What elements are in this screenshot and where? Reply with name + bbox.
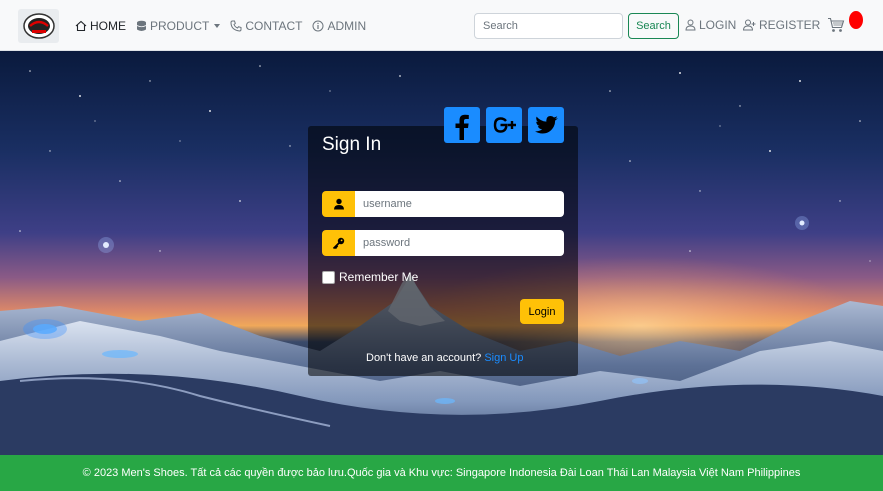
chevron-down-icon bbox=[214, 23, 221, 28]
person-plus-icon bbox=[743, 19, 756, 31]
brand-logo[interactable] bbox=[18, 9, 59, 43]
cart-button[interactable] bbox=[827, 17, 845, 38]
nav-product-label: PRODUCT bbox=[150, 18, 210, 33]
signup-prompt: Don't have an account? Sign Up bbox=[366, 352, 523, 364]
twitter-icon bbox=[535, 116, 558, 134]
nav-product-dropdown[interactable]: PRODUCT bbox=[136, 18, 221, 33]
login-link[interactable]: LOGIN bbox=[685, 18, 736, 32]
register-link[interactable]: REGISTER bbox=[743, 18, 820, 32]
login-title: Sign In bbox=[322, 134, 382, 155]
facebook-icon bbox=[455, 114, 469, 140]
nav-contact[interactable]: CONTACT bbox=[230, 19, 302, 33]
user-icon bbox=[333, 198, 344, 210]
telephone-icon bbox=[230, 20, 242, 32]
remember-me: Remember Me bbox=[322, 270, 418, 284]
username-group bbox=[322, 191, 564, 217]
password-group bbox=[322, 230, 564, 256]
search-button[interactable]: Search bbox=[628, 13, 679, 39]
remember-me-checkbox[interactable] bbox=[322, 270, 335, 284]
username-addon bbox=[322, 191, 355, 217]
navbar: HOME PRODUCT CONTACT ADMIN Search Search… bbox=[0, 0, 883, 51]
key-icon bbox=[332, 237, 345, 249]
username-input[interactable] bbox=[355, 191, 564, 217]
twitter-button[interactable] bbox=[528, 107, 564, 143]
footer: © 2023 Men's Shoes. Tất cả các quyền đượ… bbox=[0, 455, 883, 491]
remember-me-label: Remember Me bbox=[339, 270, 419, 284]
nav-admin-label: ADMIN bbox=[327, 18, 367, 33]
database-icon bbox=[136, 20, 147, 31]
home-icon bbox=[75, 20, 87, 31]
nav-admin[interactable]: ADMIN bbox=[312, 19, 366, 33]
signup-prompt-text: Don't have an account? bbox=[366, 352, 482, 364]
search-input[interactable] bbox=[474, 13, 623, 39]
password-addon bbox=[322, 230, 355, 256]
person-icon bbox=[685, 19, 696, 31]
info-icon bbox=[312, 20, 324, 31]
signup-link[interactable]: Sign Up bbox=[484, 352, 523, 364]
nav-home-label: HOME bbox=[90, 18, 126, 33]
footer-text: © 2023 Men's Shoes. Tất cả các quyền đượ… bbox=[82, 467, 801, 479]
password-input[interactable] bbox=[355, 230, 564, 256]
register-link-label: REGISTER bbox=[759, 18, 821, 32]
google-plus-button[interactable] bbox=[486, 107, 522, 143]
nav-contact-label: CONTACT bbox=[245, 18, 303, 33]
nav-links: HOME PRODUCT CONTACT ADMIN bbox=[75, 0, 376, 51]
nav-home[interactable]: HOME bbox=[75, 19, 126, 33]
brand-logo-icon bbox=[22, 13, 55, 39]
cart-count-badge bbox=[849, 11, 863, 29]
login-link-label: LOGIN bbox=[699, 18, 737, 32]
facebook-button[interactable] bbox=[444, 107, 480, 143]
login-submit-button[interactable]: Login bbox=[520, 299, 564, 324]
cart-icon bbox=[828, 17, 845, 32]
google-plus-icon bbox=[493, 117, 516, 133]
